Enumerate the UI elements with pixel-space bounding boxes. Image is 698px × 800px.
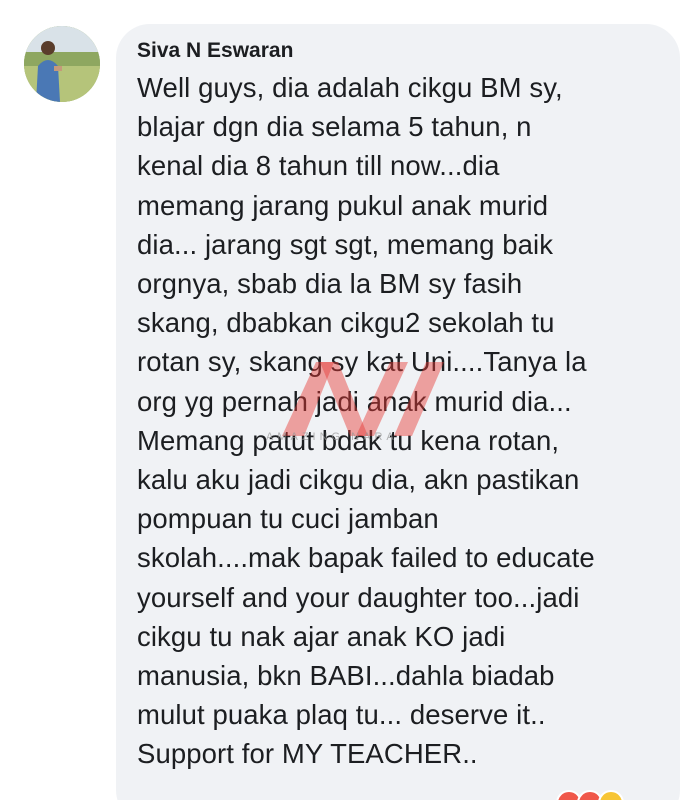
avatar[interactable] [24,26,100,102]
comment-line: orgnya, sbab dia la BM sy fasih [137,268,523,300]
comment-line: kenal dia 8 tahun till now...dia [137,150,500,182]
comment-line: manusia, bkn BABI...dahla biadab [137,660,555,692]
comment-line: yourself and your daughter too...jadi [137,581,580,613]
comment-line: skang, dbabkan cikgu2 sekolah tu [137,307,555,339]
profile-photo-icon [24,26,100,102]
comment-line: Well guys, dia adalah cikgu BM sy, [137,72,563,103]
comment-line: skolah....mak bapak failed to educate [137,542,595,574]
comment-line: Memang patut bdak tu kena rotan, [137,424,560,456]
comment-author[interactable]: Siva N Eswaran [137,38,664,64]
comment-line: mulut puaka plaq tu... deserve it.. [137,699,546,731]
reaction-summary[interactable] [556,790,624,800]
comment-line: rotan sy, skang sy kat Uni....Tanya la [137,346,587,378]
comment-line: org yg pernah jadi anak murid dia... [137,385,572,417]
comment-line: cikgu tu nak ajar anak KO jadi [137,620,506,652]
comment-line: pompuan tu cuci jamban [137,503,439,535]
comment-bubble: Siva N Eswaran Well guys, dia adalah cik… [116,24,680,800]
wow-icon [598,790,624,800]
comment-line: blajar dgn dia selama 5 tahun, n [137,111,532,143]
comment-text: Well guys, dia adalah cikgu BM sy, blaja… [137,68,664,774]
comment-line: dia... jarang sgt sgt, memang baik [137,228,554,260]
comment-line: kalu aku jadi cikgu dia, akn pastikan [137,464,580,496]
comment-line: Support for MY TEACHER.. [137,738,478,770]
comment-line: memang jarang pukul anak murid [137,189,549,221]
comment-screenshot: Siva N Eswaran Well guys, dia adalah cik… [0,0,698,800]
